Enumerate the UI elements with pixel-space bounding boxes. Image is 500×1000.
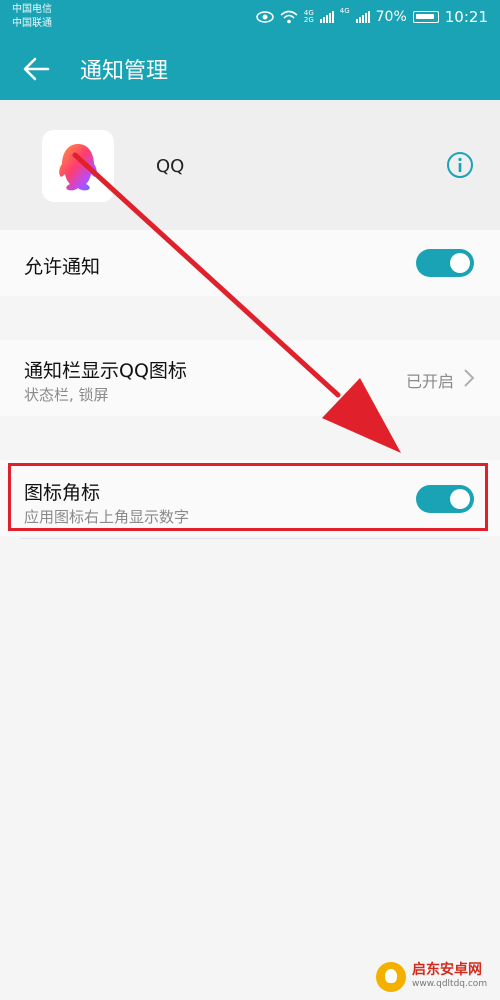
badge-label: 图标角标: [24, 482, 101, 504]
carrier-info: 中国电信 中国联通: [12, 3, 52, 31]
badge-row[interactable]: 图标角标 应用图标右上角显示数字: [0, 460, 500, 536]
notification-bar-sub: 状态栏, 锁屏: [24, 386, 109, 404]
battery-icon: [412, 11, 439, 23]
chevron-right-icon: [464, 369, 475, 387]
clock: 10:21: [444, 8, 488, 26]
network-type-1: 4G 2G: [304, 10, 314, 24]
watermark: 启东安卓网 www.qdltdq.com: [376, 962, 487, 992]
notification-bar-label: 通知栏显示QQ图标: [24, 360, 187, 382]
signal-icon-2: [355, 11, 370, 23]
app-name: QQ: [156, 156, 185, 177]
back-arrow-icon[interactable]: [20, 54, 52, 84]
status-icons: 4G 2G 4G 70% 10:21: [256, 8, 488, 26]
allow-notification-row[interactable]: 允许通知: [0, 230, 500, 296]
watermark-url: www.qdltdq.com: [412, 979, 488, 989]
qq-penguin-icon: [59, 144, 97, 191]
app-header: QQ: [0, 100, 500, 230]
info-icon[interactable]: [446, 151, 474, 179]
allow-notification-label: 允许通知: [24, 256, 101, 278]
allow-notification-toggle[interactable]: [416, 249, 474, 277]
badge-toggle[interactable]: [416, 485, 474, 513]
notification-bar-status: 已开启: [405, 372, 454, 391]
battery-percent: 70%: [375, 9, 407, 25]
watermark-title: 启东安卓网: [412, 962, 482, 978]
carrier-2: 中国联通: [12, 18, 52, 29]
net-label-1b: 2G: [303, 16, 314, 24]
app-icon: [42, 130, 114, 202]
wifi-icon: [280, 10, 298, 24]
notification-bar-row[interactable]: 通知栏显示QQ图标 状态栏, 锁屏 已开启: [0, 340, 500, 416]
app-bar: 通知管理: [0, 36, 500, 100]
watermark-logo: [376, 962, 406, 992]
page-title: 通知管理: [80, 59, 169, 84]
eye-icon: [256, 11, 274, 23]
carrier-1: 中国电信: [12, 4, 52, 15]
divider: [20, 538, 480, 539]
status-bar: 中国电信 中国联通 4G 2G 4G 70% 10:21: [0, 0, 500, 36]
badge-sub: 应用图标右上角显示数字: [24, 508, 190, 526]
signal-icon-1: [319, 11, 334, 23]
net-label-2: 4G: [339, 7, 350, 15]
